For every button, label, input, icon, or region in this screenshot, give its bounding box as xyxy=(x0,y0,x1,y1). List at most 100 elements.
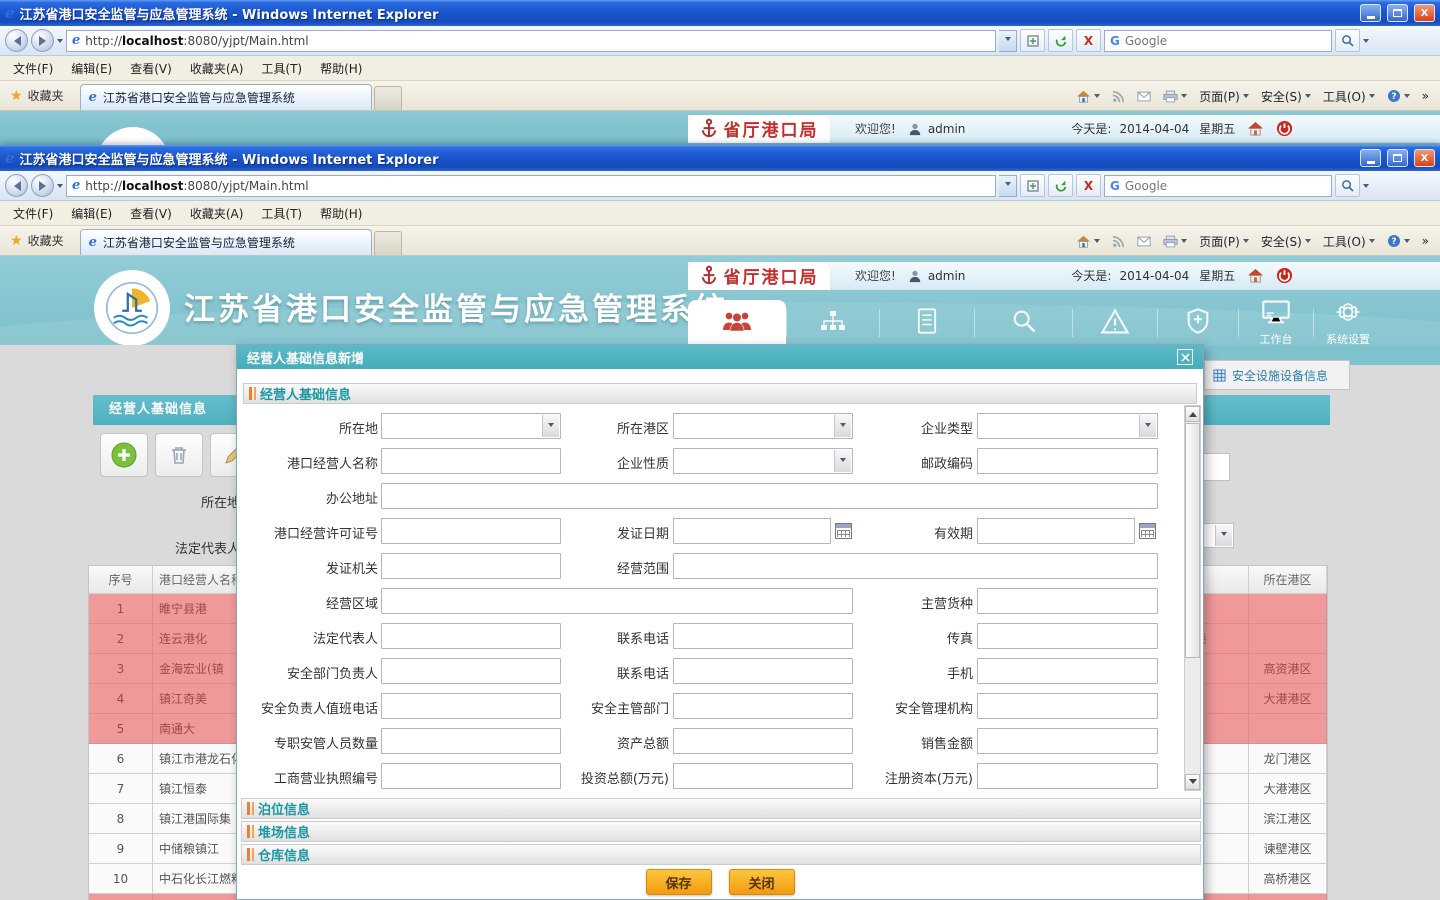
menu-item-4[interactable]: 工具(T) xyxy=(252,201,311,226)
text-field[interactable] xyxy=(977,728,1158,754)
text-field[interactable] xyxy=(381,728,561,754)
feeds-button[interactable] xyxy=(1107,233,1130,250)
dialog-scrollbar[interactable] xyxy=(1184,405,1201,791)
print-button[interactable] xyxy=(1158,88,1192,105)
text-field[interactable] xyxy=(381,693,561,719)
refresh-button[interactable] xyxy=(1048,29,1073,52)
calendar-icon[interactable] xyxy=(835,523,852,539)
close-window-button[interactable]: X xyxy=(1414,149,1435,167)
favorites-button[interactable]: ★ 收藏夹 xyxy=(4,232,72,255)
minimize-button[interactable] xyxy=(1360,4,1381,22)
text-field[interactable] xyxy=(977,588,1158,614)
text-field[interactable] xyxy=(381,518,561,544)
search-input[interactable]: G Google xyxy=(1104,29,1332,52)
search-options-dropdown-icon[interactable] xyxy=(1363,38,1369,46)
home-button[interactable] xyxy=(1071,88,1105,105)
nav-settings[interactable]: 系统设置 xyxy=(1314,300,1382,345)
dropdown-arrow-icon[interactable] xyxy=(542,415,559,437)
history-dropdown-icon[interactable] xyxy=(57,183,63,191)
save-button[interactable]: 保存 xyxy=(645,869,712,895)
text-field[interactable] xyxy=(977,658,1158,684)
submenu-item-safety-facilities[interactable]: 安全设施设备信息 xyxy=(1204,360,1350,390)
close-window-button[interactable]: X xyxy=(1414,4,1435,22)
logout-power-icon[interactable] xyxy=(1276,120,1293,137)
close-button[interactable]: 关闭 xyxy=(728,869,795,895)
window-titlebar[interactable]: e 江苏省港口安全监管与应急管理系统 - Windows Internet Ex… xyxy=(0,0,1440,26)
nav-emergency[interactable] xyxy=(1073,300,1157,345)
date-field[interactable] xyxy=(673,518,852,544)
address-dropdown[interactable] xyxy=(999,29,1017,52)
menu-item-2[interactable]: 查看(V) xyxy=(121,201,181,226)
section-header-collapsed[interactable]: 仓库信息 xyxy=(241,844,1201,865)
minimize-button[interactable] xyxy=(1360,149,1381,167)
nav-operators[interactable] xyxy=(688,300,786,345)
section-header-basic-info[interactable]: 经营人基础信息 xyxy=(243,383,1197,404)
select-field[interactable] xyxy=(381,413,561,439)
print-button[interactable] xyxy=(1158,233,1192,250)
new-tab-stub[interactable] xyxy=(373,86,402,110)
text-field[interactable] xyxy=(673,763,853,789)
dropdown-arrow-icon[interactable] xyxy=(834,415,851,437)
refresh-button[interactable] xyxy=(1048,174,1073,197)
dropdown-arrow-icon[interactable] xyxy=(1139,415,1156,437)
search-button[interactable] xyxy=(1335,29,1360,52)
text-field[interactable] xyxy=(381,553,561,579)
text-field[interactable] xyxy=(977,763,1158,789)
help-menu[interactable]: ? xyxy=(1382,232,1415,250)
menu-item-5[interactable]: 帮助(H) xyxy=(311,56,371,81)
nav-organization[interactable] xyxy=(787,300,879,345)
text-field[interactable] xyxy=(381,658,561,684)
page-menu[interactable]: 页面(P) xyxy=(1194,86,1254,107)
select-field[interactable] xyxy=(673,413,853,439)
text-field[interactable] xyxy=(977,448,1158,474)
more-commands-chevron[interactable]: » xyxy=(1417,87,1434,105)
address-dropdown[interactable] xyxy=(999,174,1017,197)
nav-search[interactable] xyxy=(975,300,1072,345)
text-field[interactable] xyxy=(381,483,1158,509)
date-field[interactable] xyxy=(977,518,1156,544)
new-tab-stub[interactable] xyxy=(373,231,402,255)
window-titlebar[interactable]: e 江苏省港口安全监管与应急管理系统 - Windows Internet Ex… xyxy=(0,145,1440,171)
section-header-collapsed[interactable]: 堆场信息 xyxy=(241,821,1201,842)
text-field[interactable] xyxy=(673,658,853,684)
browser-tab[interactable]: e 江苏省港口安全监管与应急管理系统 xyxy=(79,229,372,255)
compatibility-view-button[interactable] xyxy=(1020,174,1045,197)
address-input[interactable]: e http://localhost:8080/yjpt/Main.html xyxy=(66,174,996,197)
more-commands-chevron[interactable]: » xyxy=(1417,232,1434,250)
restore-button[interactable] xyxy=(1387,4,1408,22)
menu-item-1[interactable]: 编辑(E) xyxy=(62,56,121,81)
text-field[interactable] xyxy=(673,728,853,754)
add-button[interactable] xyxy=(100,433,148,477)
text-field[interactable] xyxy=(977,623,1158,649)
text-field[interactable] xyxy=(977,693,1158,719)
calendar-icon[interactable] xyxy=(1139,523,1156,539)
address-input[interactable]: e http://localhost:8080/yjpt/Main.html xyxy=(66,29,996,52)
menu-item-5[interactable]: 帮助(H) xyxy=(311,201,371,226)
menu-item-0[interactable]: 文件(F) xyxy=(4,201,62,226)
menu-item-3[interactable]: 收藏夹(A) xyxy=(181,201,253,226)
nav-documents[interactable] xyxy=(880,300,974,345)
page-menu[interactable]: 页面(P) xyxy=(1194,231,1254,252)
forward-button[interactable] xyxy=(31,174,54,197)
mail-button[interactable] xyxy=(1132,234,1156,249)
logout-power-icon[interactable] xyxy=(1276,267,1293,284)
text-field[interactable] xyxy=(381,588,853,614)
feeds-button[interactable] xyxy=(1107,88,1130,105)
restore-button[interactable] xyxy=(1387,149,1408,167)
text-field[interactable] xyxy=(381,623,561,649)
text-field[interactable] xyxy=(381,448,561,474)
search-options-dropdown-icon[interactable] xyxy=(1363,183,1369,191)
favorites-button[interactable]: ★ 收藏夹 xyxy=(4,87,72,110)
scroll-down-button[interactable] xyxy=(1185,774,1200,790)
home-button[interactable] xyxy=(1071,233,1105,250)
menu-item-1[interactable]: 编辑(E) xyxy=(62,201,121,226)
nav-workbench[interactable]: 工作台 xyxy=(1239,299,1313,345)
search-input[interactable]: G Google xyxy=(1104,174,1332,197)
tools-menu[interactable]: 工具(O) xyxy=(1318,86,1380,107)
select-field[interactable] xyxy=(977,413,1158,439)
mail-button[interactable] xyxy=(1132,89,1156,104)
stop-button[interactable]: X xyxy=(1076,29,1101,52)
home-shortcut-icon[interactable] xyxy=(1247,121,1264,136)
text-field[interactable] xyxy=(381,763,561,789)
text-field[interactable] xyxy=(673,553,1158,579)
